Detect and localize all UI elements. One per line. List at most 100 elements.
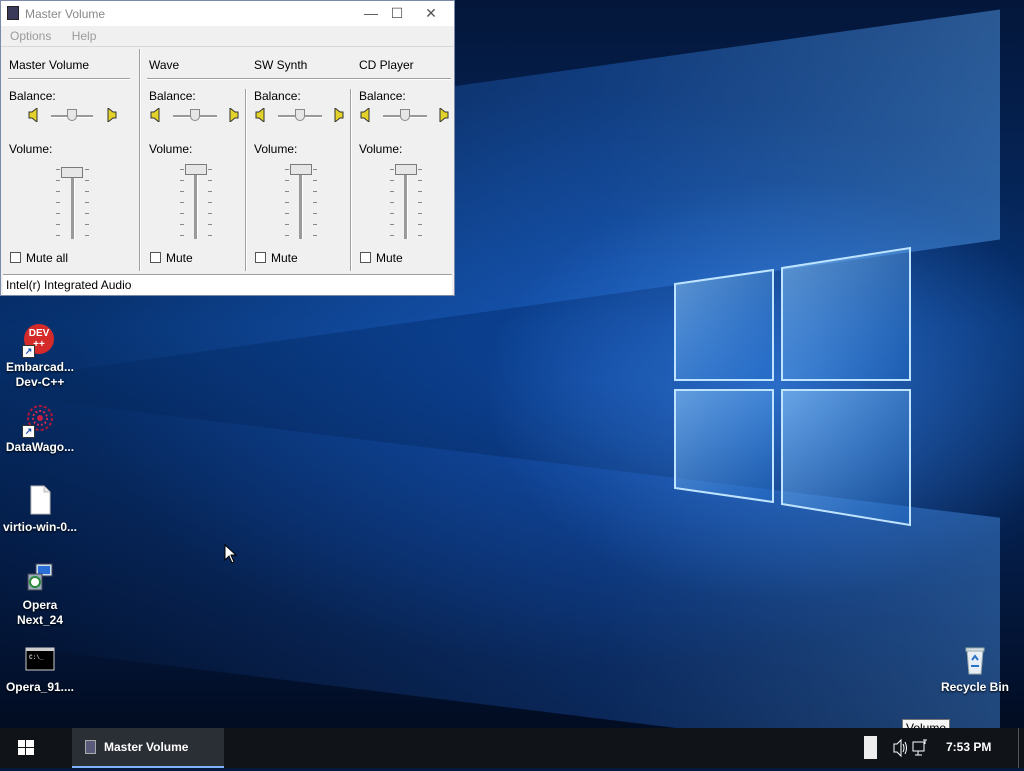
desktop-icon-label: Opera xyxy=(22,598,58,612)
recycle-bin-icon xyxy=(959,644,991,676)
tray-volume-icon[interactable] xyxy=(892,728,910,768)
volume-slider[interactable] xyxy=(61,167,83,178)
volume-slider[interactable] xyxy=(395,164,417,175)
speaker-left-icon xyxy=(28,108,38,122)
speaker-right-icon xyxy=(334,108,344,122)
desktop-icon-label: Recycle Bin xyxy=(940,680,1010,694)
balance-slider[interactable] xyxy=(400,109,410,121)
tray-notification-icon[interactable] xyxy=(864,728,878,768)
desktop-icon-label: DataWago... xyxy=(5,440,75,454)
mute-all-checkbox[interactable] xyxy=(10,252,21,263)
volume-label: Volume: xyxy=(9,142,53,156)
mute-checkbox[interactable] xyxy=(150,252,161,263)
menu-options[interactable]: Options xyxy=(1,26,51,43)
installer-icon xyxy=(24,562,56,594)
volume-ticks xyxy=(418,169,422,241)
notification-box-icon xyxy=(864,736,877,759)
balance-label: Balance: xyxy=(359,89,406,103)
volume-ticks xyxy=(313,169,317,241)
channel-name: Wave xyxy=(149,58,180,72)
master-volume-window[interactable]: Master Volume — ☐ ✕ Options Help Master … xyxy=(0,0,455,296)
header-divider xyxy=(8,78,130,80)
mute-label: Mute xyxy=(271,251,298,265)
window-titlebar[interactable]: Master Volume — ☐ ✕ xyxy=(1,1,454,26)
mute-label: Mute xyxy=(376,251,403,265)
volume-label: Volume: xyxy=(149,142,193,156)
desktop-icon-label: Opera_91.... xyxy=(5,680,75,694)
header-divider xyxy=(147,78,451,80)
status-bar: Intel(r) Integrated Audio xyxy=(3,274,452,295)
volume-app-icon xyxy=(85,740,96,754)
speaker-icon xyxy=(893,738,907,758)
close-button[interactable]: ✕ xyxy=(414,1,448,26)
speaker-right-icon xyxy=(439,108,449,122)
menu-help[interactable]: Help xyxy=(63,26,97,43)
balance-slider[interactable] xyxy=(295,109,305,121)
desktop-icon-opera91[interactable]: C:\_ Opera_91.... xyxy=(0,644,80,695)
windows-logo-graphic xyxy=(674,246,911,527)
desktop-icon-label: Dev-C++ xyxy=(15,375,65,389)
desktop-icon-devcpp[interactable]: DEV ++ ↗ Embarcad... Dev-C++ xyxy=(0,324,80,390)
channel-name: Master Volume xyxy=(9,58,90,72)
window-title: Master Volume xyxy=(25,7,106,21)
volume-label: Volume: xyxy=(359,142,403,156)
channel-name: SW Synth xyxy=(254,58,308,72)
maximize-button[interactable]: ☐ xyxy=(380,1,414,26)
desktop-icon-recycle-bin[interactable]: Recycle Bin xyxy=(935,644,1015,695)
volume-track xyxy=(404,169,408,239)
desktop-icon-datawagon[interactable]: ↗ DataWago... xyxy=(0,404,80,455)
mouse-cursor-icon xyxy=(224,544,238,564)
show-desktop-button[interactable] xyxy=(1018,728,1019,768)
balance-label: Balance: xyxy=(254,89,301,103)
volume-ticks xyxy=(208,169,212,241)
balance-label: Balance: xyxy=(9,89,56,103)
windows-start-icon xyxy=(18,740,34,755)
volume-ticks xyxy=(180,169,184,241)
devcpp-badge-text: DEV xyxy=(28,328,50,339)
tray-network-icon[interactable] xyxy=(911,728,929,768)
mute-label: Mute xyxy=(166,251,193,265)
speaker-right-icon xyxy=(229,108,239,122)
desktop-icon-label: virtio-win-0... xyxy=(2,520,77,534)
start-button[interactable] xyxy=(0,728,52,768)
volume-slider[interactable] xyxy=(290,164,312,175)
file-icon xyxy=(24,484,56,516)
desktop-icon-virtio[interactable]: virtio-win-0... xyxy=(0,484,80,535)
volume-ticks xyxy=(390,169,394,241)
taskbar-clock[interactable]: 7:53 PM xyxy=(946,740,991,754)
mute-checkbox[interactable] xyxy=(255,252,266,263)
volume-track xyxy=(194,169,198,239)
channel-name: CD Player xyxy=(359,58,414,72)
taskbar-app-master-volume[interactable]: Master Volume xyxy=(72,728,224,768)
desktop-icon-opera-next[interactable]: Opera Next_24 xyxy=(0,562,80,628)
status-text: Intel(r) Integrated Audio xyxy=(6,278,132,292)
volume-slider[interactable] xyxy=(185,164,207,175)
volume-track xyxy=(71,169,75,239)
mute-checkbox[interactable] xyxy=(360,252,371,263)
balance-slider[interactable] xyxy=(67,109,77,121)
volume-ticks xyxy=(85,169,89,241)
taskbar: Master Volume 7:53 PM xyxy=(0,728,1024,768)
desktop-icon-label: Embarcad... xyxy=(5,360,75,374)
volume-label: Volume: xyxy=(254,142,298,156)
svg-text:C:\_: C:\_ xyxy=(29,654,44,661)
volume-app-icon xyxy=(7,6,19,20)
shortcut-arrow-icon: ↗ xyxy=(22,425,35,438)
speaker-left-icon xyxy=(360,108,370,122)
master-separator xyxy=(139,49,141,271)
desktop-icon-label: Next_24 xyxy=(16,613,64,627)
shortcut-arrow-icon: ↗ xyxy=(22,345,35,358)
datawagon-icon: ↗ xyxy=(22,404,56,438)
volume-ticks xyxy=(56,169,60,241)
speaker-right-icon xyxy=(107,108,117,122)
channel-separator xyxy=(350,89,352,271)
balance-slider[interactable] xyxy=(190,109,200,121)
devcpp-icon: DEV ++ ↗ xyxy=(22,324,56,358)
volume-ticks xyxy=(285,169,289,241)
network-icon xyxy=(912,739,927,756)
menu-bar: Options Help xyxy=(1,26,454,47)
taskbar-app-label: Master Volume xyxy=(104,740,189,754)
speaker-left-icon xyxy=(255,108,265,122)
mute-label: Mute all xyxy=(26,251,69,265)
console-icon: C:\_ xyxy=(24,644,56,676)
